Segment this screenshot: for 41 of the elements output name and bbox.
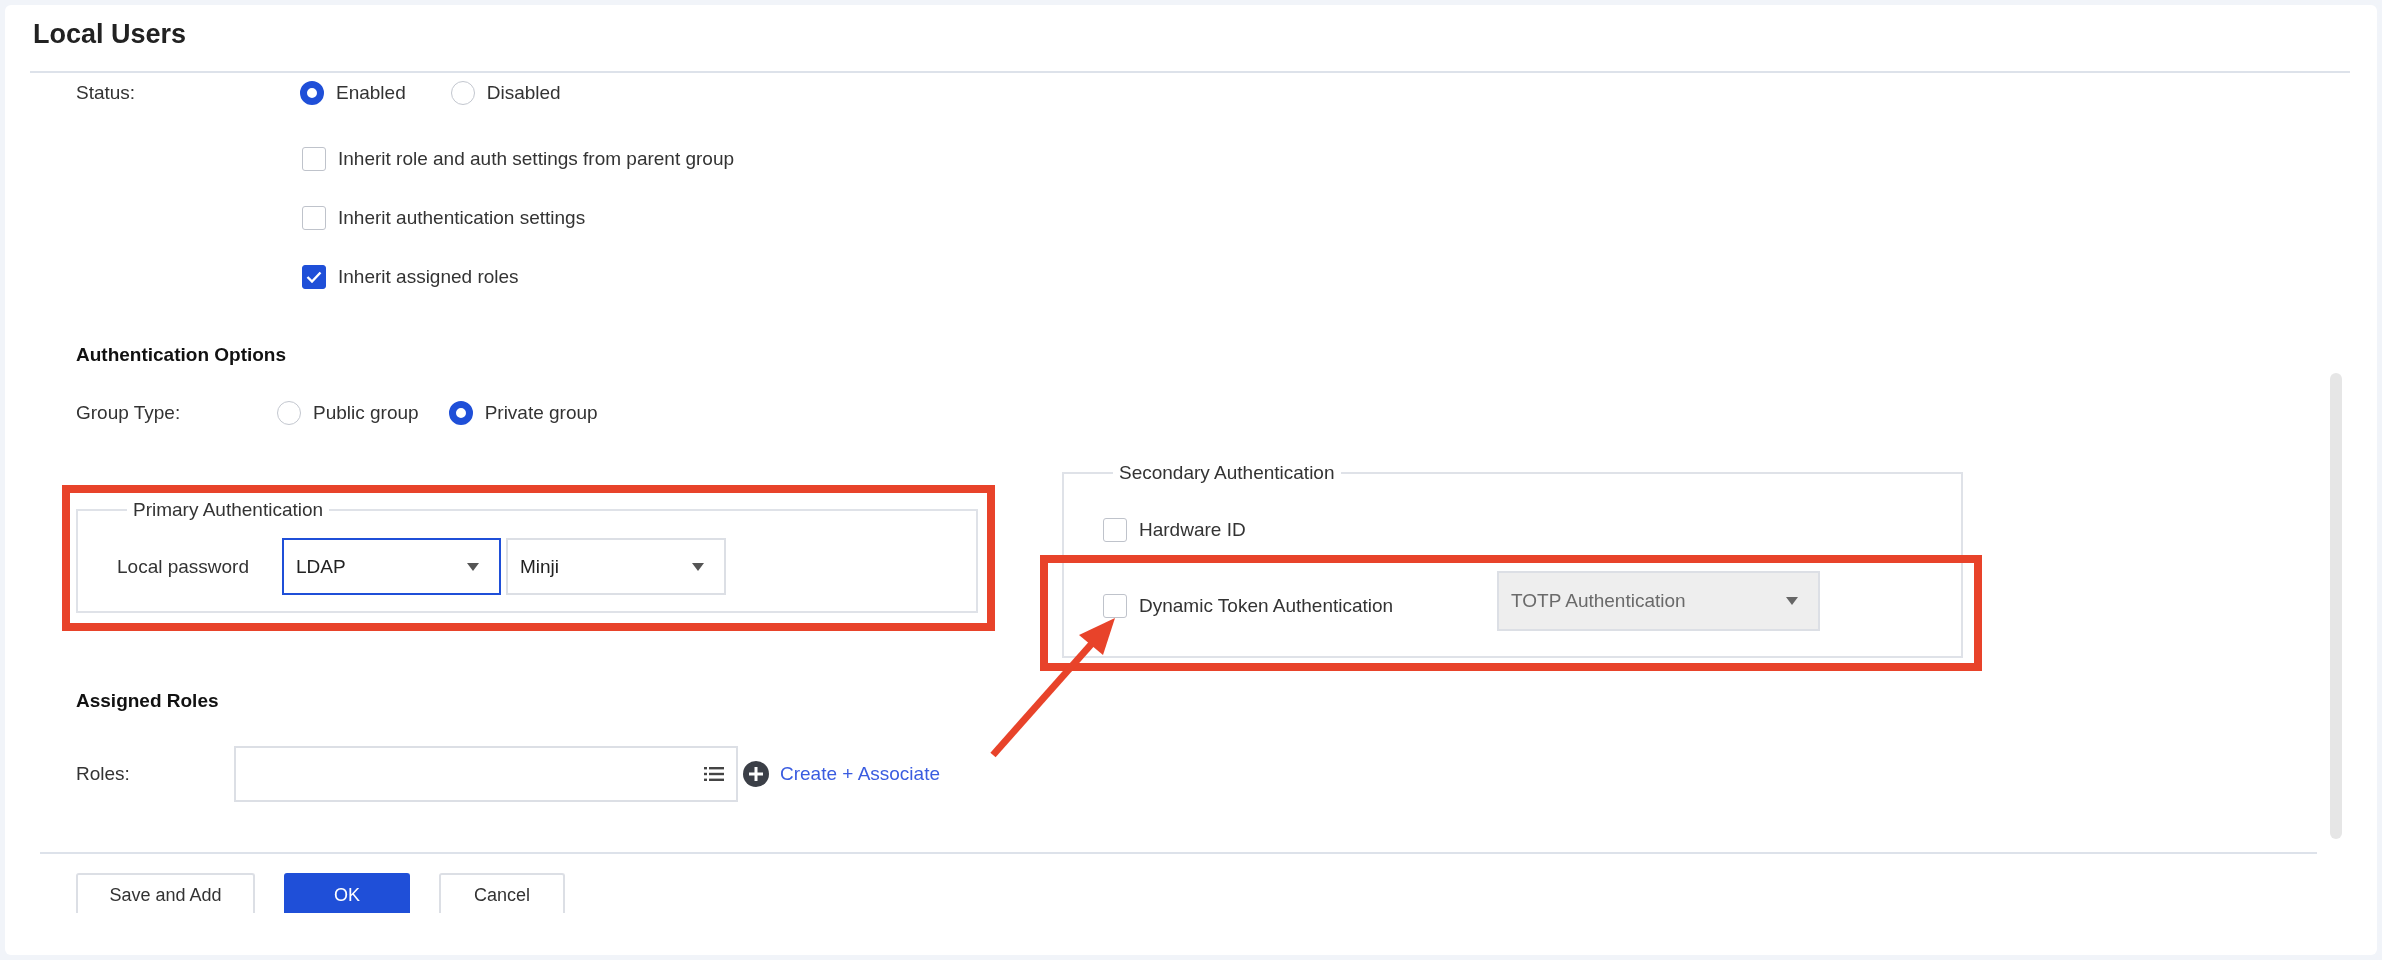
fieldset-legend: Primary Authentication xyxy=(127,499,330,521)
list-icon[interactable] xyxy=(704,766,724,782)
field-label: Status: xyxy=(76,82,137,104)
roles-input-field[interactable] xyxy=(234,746,738,802)
checkmark-icon xyxy=(306,270,322,283)
caret-icon xyxy=(692,562,704,571)
field-label: Roles: xyxy=(76,763,131,785)
checkbox-label: Inherit role and auth settings from parent group xyxy=(338,147,735,170)
caret-icon xyxy=(1786,597,1798,605)
section-heading: Authentication Options xyxy=(76,344,287,366)
plus-circle-icon[interactable] xyxy=(742,760,770,788)
caret-icon xyxy=(467,562,479,571)
radio-button[interactable] xyxy=(448,401,473,425)
checkbox-label: Inherit authentication settings xyxy=(338,206,586,229)
dialog-button[interactable]: Save and Add xyxy=(76,873,255,913)
dropdown-select[interactable]: LDAP xyxy=(282,538,501,595)
section-heading: Assigned Roles xyxy=(76,690,219,712)
radio-button[interactable] xyxy=(450,81,475,105)
field-label: Group Type: xyxy=(76,402,182,424)
checkbox[interactable] xyxy=(1103,594,1127,618)
checkbox[interactable] xyxy=(1103,518,1127,542)
checkbox[interactable] xyxy=(302,146,326,171)
radio-label: Enabled xyxy=(336,82,406,104)
scrollbar[interactable] xyxy=(2330,373,2342,839)
radio-label: Private group xyxy=(484,402,598,424)
radio-button[interactable] xyxy=(300,81,324,105)
radio-button[interactable] xyxy=(277,401,301,425)
field-label: Local password xyxy=(117,555,251,578)
dialog-title: Local Users xyxy=(33,18,187,50)
dialog-button[interactable]: Cancel xyxy=(439,873,565,913)
ok-button[interactable]: OK xyxy=(284,873,410,913)
checkbox-label: Hardware ID xyxy=(1139,519,1246,541)
radio-label: Disabled xyxy=(486,82,561,104)
fieldset-legend: Secondary Authentication xyxy=(1113,462,1341,484)
create-associate-link[interactable]: Create + Associate xyxy=(780,763,940,785)
checkbox-label: Dynamic Token Authentication xyxy=(1139,595,1394,617)
checkbox-label: Inherit assigned roles xyxy=(338,265,519,288)
radio-label: Public group xyxy=(313,402,419,424)
dropdown-select[interactable]: Minji xyxy=(506,538,726,595)
checkbox[interactable] xyxy=(302,205,326,230)
checkbox[interactable] xyxy=(302,264,326,289)
